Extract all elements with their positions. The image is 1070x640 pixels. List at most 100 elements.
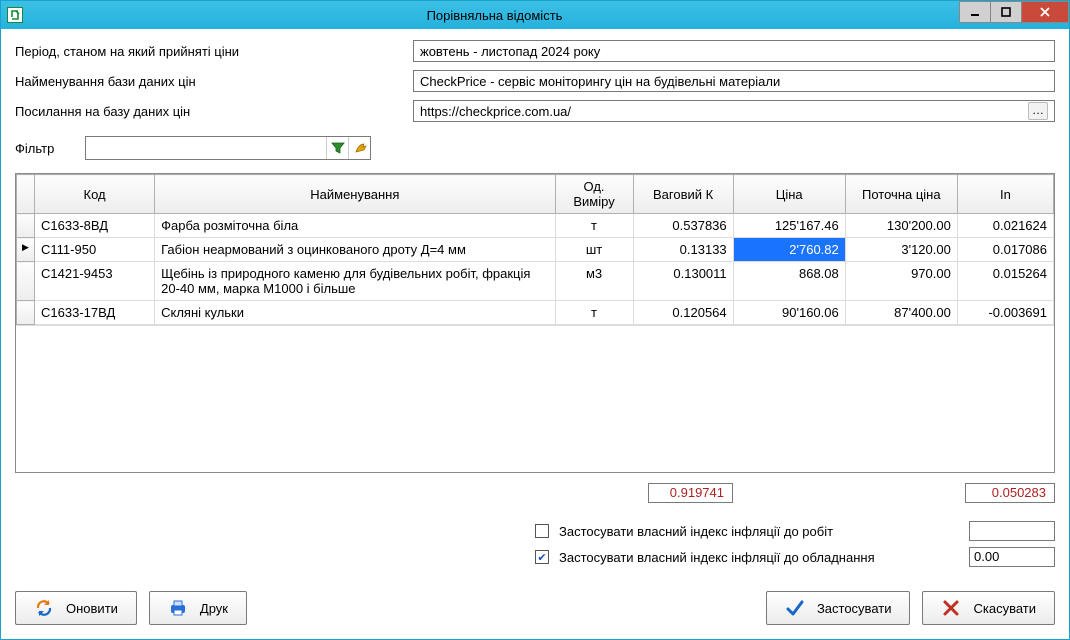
period-value: жовтень - листопад 2024 року (420, 44, 600, 59)
refresh-button[interactable]: Оновити (15, 591, 137, 625)
row-indicator (17, 301, 35, 325)
col-cprice[interactable]: Поточна ціна (845, 175, 957, 214)
cell-in[interactable]: -0.003691 (957, 301, 1053, 325)
dbname-label: Найменування бази даних цін (15, 74, 405, 89)
print-icon (168, 598, 188, 618)
cell-price[interactable]: 868.08 (733, 262, 845, 301)
cell-code[interactable]: С1421-9453 (35, 262, 155, 301)
cell-wk[interactable]: 0.537836 (633, 214, 733, 238)
titlebar: Порівняльна відомість (1, 1, 1069, 29)
period-label: Період, станом на який прийняті ціни (15, 44, 405, 59)
check-icon (785, 598, 805, 618)
window-title: Порівняльна відомість (29, 8, 960, 23)
cancel-label: Скасувати (973, 601, 1036, 616)
cell-cprice[interactable]: 87'400.00 (845, 301, 957, 325)
filter-clear-icon[interactable] (348, 137, 370, 159)
filter-apply-icon[interactable] (326, 137, 348, 159)
cell-unit[interactable]: т (555, 301, 633, 325)
cell-code[interactable]: С1633-8ВД (35, 214, 155, 238)
dblink-label: Посилання на базу даних цін (15, 104, 405, 119)
col-price[interactable]: Ціна (733, 175, 845, 214)
cell-name[interactable]: Фарба розміточна біла (155, 214, 555, 238)
app-icon (7, 7, 23, 23)
cell-cprice[interactable]: 970.00 (845, 262, 957, 301)
cell-code[interactable]: С1633-17ВД (35, 301, 155, 325)
cell-wk[interactable]: 0.13133 (633, 238, 733, 262)
grid-header-row: Код Найменування Од. Виміру Ваговий К Ці… (17, 175, 1054, 214)
option-equip-checkbox[interactable]: ✔ (535, 550, 549, 564)
options: Застосувати власний індекс інфляції до р… (15, 521, 1055, 567)
table-row[interactable]: С1421-9453Щебінь із природного каменю дл… (17, 262, 1054, 301)
cell-name[interactable]: Габіон неармований з оцинкованого дроту … (155, 238, 555, 262)
filter-input[interactable] (86, 138, 326, 158)
cell-cprice[interactable]: 3'120.00 (845, 238, 957, 262)
option-equip-row: ✔ Застосувати власний індекс інфляції до… (535, 547, 1055, 567)
close-button[interactable] (1021, 1, 1069, 23)
dbname-field[interactable]: CheckPrice - сервіс моніторингу цін на б… (413, 70, 1055, 92)
cell-in[interactable]: 0.015264 (957, 262, 1053, 301)
apply-label: Застосувати (817, 601, 892, 616)
row-indicator (17, 214, 35, 238)
option-works-row: Застосувати власний індекс інфляції до р… (535, 521, 1055, 541)
table-row[interactable]: С1633-17ВДСкляні кулькит0.12056490'160.0… (17, 301, 1054, 325)
totals-in: 0.050283 (965, 483, 1055, 503)
filter-label: Фільтр (15, 141, 75, 156)
col-name[interactable]: Найменування (155, 175, 555, 214)
print-button[interactable]: Друк (149, 591, 247, 625)
window: Порівняльна відомість Період, станом на … (0, 0, 1070, 640)
client-area: Період, станом на який прийняті ціни жов… (1, 29, 1069, 581)
dblink-browse-button[interactable]: … (1028, 102, 1048, 120)
cancel-icon (941, 598, 961, 618)
col-code[interactable]: Код (35, 175, 155, 214)
cell-price[interactable]: 125'167.46 (733, 214, 845, 238)
cell-cprice[interactable]: 130'200.00 (845, 214, 957, 238)
print-label: Друк (200, 601, 228, 616)
option-equip-value[interactable]: 0.00 (969, 547, 1055, 567)
refresh-label: Оновити (66, 601, 118, 616)
option-works-checkbox[interactable] (535, 524, 549, 538)
maximize-button[interactable] (990, 1, 1022, 23)
table-row[interactable]: С1633-8ВДФарба розміточна білат0.5378361… (17, 214, 1054, 238)
cell-in[interactable]: 0.017086 (957, 238, 1053, 262)
table-row[interactable]: ▶С111-950Габіон неармований з оцинковано… (17, 238, 1054, 262)
filter-row: Фільтр (15, 135, 1055, 161)
cell-unit[interactable]: м3 (555, 262, 633, 301)
option-works-label: Застосувати власний індекс інфляції до р… (559, 524, 959, 539)
col-unit[interactable]: Од. Виміру (555, 175, 633, 214)
refresh-icon (34, 598, 54, 618)
cell-unit[interactable]: т (555, 214, 633, 238)
cell-wk[interactable]: 0.120564 (633, 301, 733, 325)
row-indicator (17, 262, 35, 301)
period-row: Період, станом на який прийняті ціни жов… (15, 39, 1055, 63)
apply-button[interactable]: Застосувати (766, 591, 911, 625)
dbname-row: Найменування бази даних цін CheckPrice -… (15, 69, 1055, 93)
col-in[interactable]: In (957, 175, 1053, 214)
dblink-row: Посилання на базу даних цін https://chec… (15, 99, 1055, 123)
option-equip-label: Застосувати власний індекс інфляції до о… (559, 550, 959, 565)
grid-corner (17, 175, 35, 214)
period-field[interactable]: жовтень - листопад 2024 року (413, 40, 1055, 62)
cell-name[interactable]: Скляні кульки (155, 301, 555, 325)
window-buttons (960, 1, 1069, 29)
footer: Оновити Друк Застосувати Скасувати (1, 581, 1069, 639)
cell-wk[interactable]: 0.130011 (633, 262, 733, 301)
cell-code[interactable]: С111-950 (35, 238, 155, 262)
cell-unit[interactable]: шт (555, 238, 633, 262)
cell-in[interactable]: 0.021624 (957, 214, 1053, 238)
cell-price[interactable]: 90'160.06 (733, 301, 845, 325)
dbname-value: CheckPrice - сервіс моніторингу цін на б… (420, 74, 780, 89)
minimize-button[interactable] (959, 1, 991, 23)
row-indicator: ▶ (17, 238, 35, 262)
cell-price[interactable]: 2'760.82 (733, 238, 845, 262)
grid-table[interactable]: Код Найменування Од. Виміру Ваговий К Ці… (16, 174, 1054, 325)
option-works-value[interactable] (969, 521, 1055, 541)
filter-box (85, 136, 371, 160)
dblink-field[interactable]: https://checkprice.com.ua/ … (413, 100, 1055, 122)
grid-empty-area (16, 325, 1054, 472)
dblink-value: https://checkprice.com.ua/ (420, 104, 571, 119)
totals-wk: 0.919741 (648, 483, 733, 503)
cancel-button[interactable]: Скасувати (922, 591, 1055, 625)
cell-name[interactable]: Щебінь із природного каменю для будівель… (155, 262, 555, 301)
totals-row: 0.919741 0.050283 (15, 483, 1055, 505)
col-wk[interactable]: Ваговий К (633, 175, 733, 214)
